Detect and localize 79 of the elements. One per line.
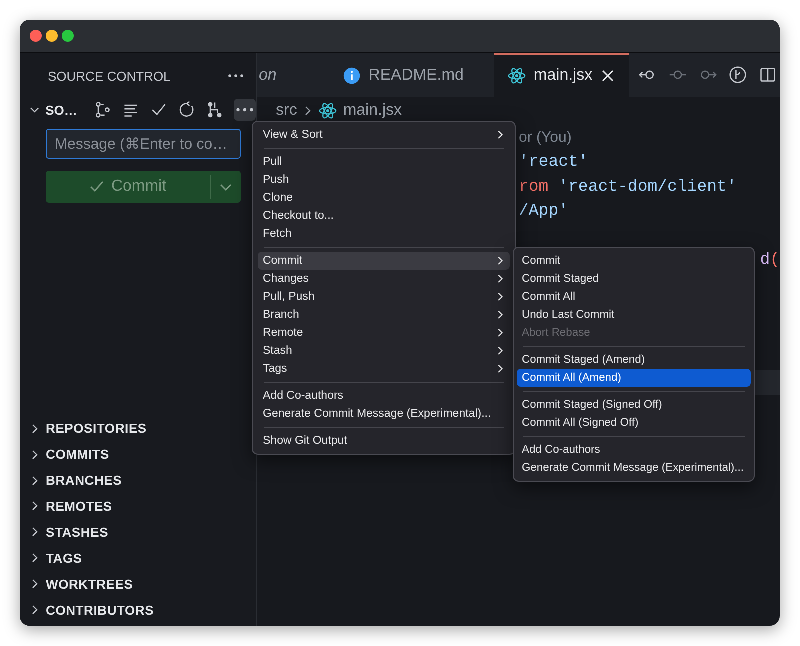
menu-item[interactable]: Pull xyxy=(258,153,510,171)
react-atom-icon xyxy=(319,102,338,120)
zoom-window-button[interactable] xyxy=(62,30,74,42)
panel-title: SOURCE CONTROL xyxy=(48,68,171,84)
chevron-icon xyxy=(496,130,505,140)
menu-item[interactable]: Generate Commit Message (Experimental)... xyxy=(258,405,510,423)
message-field[interactable]: Message (⌘Enter to co… xyxy=(46,129,241,159)
menu-item[interactable]: Generate Commit Message (Experimental)... xyxy=(517,459,751,477)
menu-item[interactable]: Commit All (Signed Off) xyxy=(517,414,751,432)
split-editor-icon[interactable] xyxy=(758,66,777,84)
section-header[interactable]: BRANCHES xyxy=(20,468,256,494)
menu-item[interactable]: Undo Last Commit xyxy=(517,306,751,324)
editor-tab[interactable]: on xyxy=(257,53,295,97)
chevron-icon xyxy=(30,553,40,564)
branch-compare-icon[interactable] xyxy=(94,101,112,119)
menu-item[interactable]: Show Git Output xyxy=(258,432,510,450)
section-header[interactable]: TAGS xyxy=(20,545,256,572)
repository-name[interactable]: SO… xyxy=(46,102,84,118)
code-text: or (You) xyxy=(519,128,572,147)
graph-icon[interactable] xyxy=(206,101,224,119)
section-label: STASHES xyxy=(46,524,109,540)
chevron-icon xyxy=(30,579,40,590)
menu-item[interactable]: Pull, Push xyxy=(258,288,510,306)
section-header[interactable]: STASHES xyxy=(20,519,256,546)
more-icon[interactable] xyxy=(228,74,244,78)
section-label: WORKTREES xyxy=(46,576,134,592)
section-header[interactable]: REPOSITORIES xyxy=(20,416,256,442)
section-label: BRANCHES xyxy=(46,473,122,488)
chevron-icon xyxy=(30,605,40,616)
info-icon xyxy=(342,67,361,85)
menu-item[interactable]: Branch xyxy=(258,306,510,324)
code-text: rom 'react-dom/client' xyxy=(519,176,737,196)
section-header[interactable]: CONTRIBUTORS xyxy=(20,597,256,623)
menu-item[interactable]: View & Sort xyxy=(258,126,510,144)
menu-item[interactable]: Push xyxy=(258,171,510,189)
menu-item[interactable]: Commit xyxy=(517,252,751,270)
menu-item[interactable]: Tags xyxy=(258,360,510,378)
close-window-button[interactable] xyxy=(30,30,42,42)
menu-item[interactable]: Clone xyxy=(258,189,510,207)
close-icon[interactable] xyxy=(600,69,615,83)
section-label: COMMITS xyxy=(46,447,110,462)
react-atom-icon xyxy=(508,67,526,85)
chevron-icon xyxy=(30,476,40,486)
menu-item[interactable]: Fetch xyxy=(258,225,510,243)
menu-item[interactable]: Add Co-authors xyxy=(517,441,751,459)
chevron-icon xyxy=(30,424,40,434)
chevron-icon xyxy=(30,527,40,538)
breadcrumb-folder[interactable]: src xyxy=(276,102,298,120)
minimize-window-button[interactable] xyxy=(46,30,58,42)
refresh-icon[interactable] xyxy=(178,101,196,119)
menu-item[interactable]: Remote xyxy=(258,324,510,342)
editor-tab[interactable]: main.jsx xyxy=(494,53,629,97)
menu-item[interactable]: Commit All xyxy=(517,288,751,306)
check-icon xyxy=(89,179,106,195)
branch-circle-icon[interactable] xyxy=(728,66,747,84)
menu-item[interactable]: Commit Staged xyxy=(517,270,751,288)
editor-tab[interactable]: README.md xyxy=(294,53,494,97)
section-label: CONTRIBUTORS xyxy=(46,602,154,618)
section-label: REPOSITORIES xyxy=(46,421,147,436)
chevron-icon xyxy=(30,501,40,512)
section-header[interactable]: WORKTREES xyxy=(20,571,256,598)
menu-item[interactable]: Checkout to... xyxy=(258,207,510,225)
menu-item[interactable]: Commit xyxy=(258,252,510,270)
menu-item[interactable]: Commit All (Amend) xyxy=(517,369,751,387)
menu-item[interactable]: Stash xyxy=(258,342,510,360)
chevron-icon xyxy=(303,106,314,116)
section-label: TAGS xyxy=(46,550,82,566)
breadcrumb-file[interactable]: main.jsx xyxy=(343,102,402,120)
section-header[interactable]: REMOTES xyxy=(20,494,256,520)
code-text: d( xyxy=(760,250,780,270)
menu-item[interactable]: Commit Staged (Signed Off) xyxy=(517,396,751,414)
menu-item[interactable]: Commit Staged (Amend) xyxy=(517,351,751,369)
section-label: REMOTES xyxy=(46,498,112,514)
code-text: 'react' xyxy=(519,152,588,172)
section-header[interactable]: COMMITS xyxy=(20,442,256,468)
menu-item[interactable]: Changes xyxy=(258,270,510,288)
code-text: /App' xyxy=(519,201,569,220)
chevron-icon xyxy=(30,450,40,460)
menu-item[interactable]: Add Co-authors xyxy=(258,387,510,405)
